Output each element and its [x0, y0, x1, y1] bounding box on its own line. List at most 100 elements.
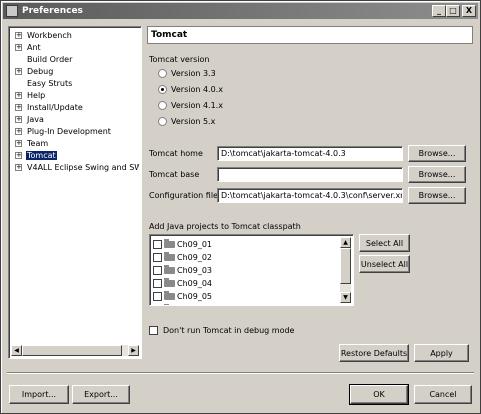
expand-icon[interactable]: +	[15, 115, 22, 123]
tree-item-label: Ant	[27, 42, 41, 52]
project-checkbox[interactable]	[153, 253, 162, 262]
browse-home-button[interactable]: Browse...	[408, 145, 466, 162]
tree-item-label: Java	[27, 114, 44, 124]
tree-item[interactable]: + Help	[11, 89, 139, 101]
tomcat-home-label: Tomcat home	[149, 149, 203, 158]
project-folder-icon	[164, 265, 175, 274]
expand-icon[interactable]: +	[15, 31, 22, 39]
preferences-window: Preferences _ □ X + Workbench + Ant Build Or…	[0, 0, 481, 414]
browse-config-button[interactable]: Browse...	[408, 187, 466, 204]
project-list-items: Ch09_01 Ch09_02 Ch09_03 Ch09_04 Ch09_05 Ch09_…	[153, 238, 339, 306]
scroll-thumb[interactable]	[340, 248, 351, 284]
ok-button[interactable]: OK	[349, 384, 409, 405]
list-item[interactable]: Ch09_01	[153, 238, 339, 251]
version-radio-option[interactable]: Version 4.1.x	[158, 101, 223, 110]
debug-mode-label: Don't run Tomcat in debug mode	[163, 326, 295, 335]
select-all-button[interactable]: Select All	[359, 234, 410, 252]
project-name: Ch09_06	[177, 305, 212, 306]
tree-item[interactable]: + Workbench	[11, 29, 139, 41]
tree-item[interactable]: + Debug	[11, 65, 139, 77]
title-bar[interactable]: Preferences _ □ X	[3, 3, 478, 19]
app-icon	[6, 5, 18, 17]
version-radio-label: Version 4.1.x	[171, 101, 223, 110]
unselect-all-button[interactable]: Unselect All	[359, 255, 410, 273]
apply-button[interactable]: Apply	[414, 344, 469, 362]
scroll-up-icon[interactable]: ▲	[340, 237, 351, 248]
expand-icon[interactable]: +	[15, 139, 22, 147]
tree-item[interactable]: + Ant	[11, 41, 139, 53]
tree-item[interactable]: + Plug-In Development	[11, 125, 139, 137]
tree-item-label: Install/Update	[27, 102, 83, 112]
page-title: Tomcat	[147, 26, 473, 44]
scroll-left-icon[interactable]: ◀	[11, 345, 22, 356]
expand-icon[interactable]: +	[15, 91, 22, 99]
version-radio[interactable]	[158, 117, 167, 126]
import-button[interactable]: Import...	[9, 385, 69, 404]
tomcat-home-input[interactable]: D:\tomcat\jakarta-tomcat-4.0.3	[217, 146, 403, 161]
project-checkbox[interactable]	[153, 240, 162, 249]
version-radio-label: Version 5.x	[171, 117, 216, 126]
project-checkbox[interactable]	[153, 266, 162, 275]
close-button[interactable]: X	[462, 5, 476, 17]
version-radio-option[interactable]: Version 3.3	[158, 69, 216, 78]
tree-item-label: Tomcat	[26, 150, 57, 160]
tree-item[interactable]: + Java	[11, 113, 139, 125]
scroll-down-icon[interactable]: ▼	[340, 292, 351, 303]
export-button[interactable]: Export...	[72, 385, 130, 404]
project-name: Ch09_01	[177, 240, 213, 249]
project-name: Ch09_04	[177, 279, 213, 288]
tree-item[interactable]: + Tomcat	[11, 149, 139, 161]
tree-item[interactable]: Easy Struts	[11, 77, 139, 89]
debug-mode-option[interactable]: Don't run Tomcat in debug mode	[149, 326, 294, 335]
maximize-button[interactable]: □	[446, 5, 460, 17]
tree-item[interactable]: + Install/Update	[11, 101, 139, 113]
config-file-input[interactable]: D:\tomcat\jakarta-tomcat-4.0.3\conf\serv…	[217, 188, 403, 203]
tree-item[interactable]: Build Order	[11, 53, 139, 65]
tomcat-base-input[interactable]	[217, 167, 403, 182]
expand-icon[interactable]: +	[15, 163, 22, 171]
restore-defaults-button[interactable]: Restore Defaults	[339, 344, 409, 362]
tree-item[interactable]: + V4ALL Eclipse Swing and SWT GUI Builder	[11, 161, 139, 173]
expand-icon[interactable]: +	[15, 151, 22, 159]
project-name: Ch09_03	[177, 266, 213, 275]
window-title: Preferences	[22, 6, 83, 16]
version-radio-option[interactable]: Version 4.0.x	[158, 85, 223, 94]
version-radio[interactable]	[158, 85, 167, 94]
expand-icon[interactable]: +	[15, 103, 22, 111]
project-checkbox[interactable]	[153, 279, 162, 288]
classpath-label: Add Java projects to Tomcat classpath	[149, 222, 301, 231]
preference-tree-panel: + Workbench + Ant Build Order + Debug Easy Stru…	[8, 26, 142, 359]
tree-item[interactable]: + Team	[11, 137, 139, 149]
project-list-scrollbar[interactable]: ▲ ▼	[340, 237, 351, 303]
project-folder-icon	[164, 291, 175, 300]
tree-item-label: Help	[27, 90, 46, 100]
cancel-button[interactable]: Cancel	[414, 385, 472, 404]
debug-mode-checkbox[interactable]	[149, 326, 158, 335]
project-checkbox[interactable]	[153, 305, 162, 306]
project-name: Ch09_02	[177, 253, 213, 262]
scroll-thumb[interactable]	[22, 345, 122, 356]
browse-base-button[interactable]: Browse...	[408, 166, 466, 183]
list-item[interactable]: Ch09_06	[153, 303, 339, 306]
list-item[interactable]: Ch09_02	[153, 251, 339, 264]
minimize-button[interactable]: _	[432, 5, 446, 17]
tree-item-label: V4ALL Eclipse Swing and SWT GUI Builder	[27, 162, 139, 172]
list-item[interactable]: Ch09_05	[153, 290, 339, 303]
expand-icon[interactable]: +	[15, 43, 22, 51]
expand-icon[interactable]: +	[15, 67, 22, 75]
list-item[interactable]: Ch09_03	[153, 264, 339, 277]
project-folder-icon	[164, 239, 175, 248]
version-radio[interactable]	[158, 101, 167, 110]
scroll-right-icon[interactable]: ▶	[128, 345, 139, 356]
tree-item-label: Easy Struts	[27, 78, 73, 88]
preference-tree: + Workbench + Ant Build Order + Debug Easy Stru…	[11, 29, 139, 344]
list-item[interactable]: Ch09_04	[153, 277, 339, 290]
project-checkbox[interactable]	[153, 292, 162, 301]
expand-icon[interactable]: +	[15, 127, 22, 135]
tomcat-version-label: Tomcat version	[149, 55, 210, 64]
config-file-label: Configuration file	[149, 191, 218, 200]
tree-horizontal-scrollbar[interactable]: ◀ ▶	[11, 345, 139, 356]
version-radio-option[interactable]: Version 5.x	[158, 117, 215, 126]
tree-item-label: Plug-In Development	[27, 126, 111, 136]
version-radio[interactable]	[158, 69, 167, 78]
